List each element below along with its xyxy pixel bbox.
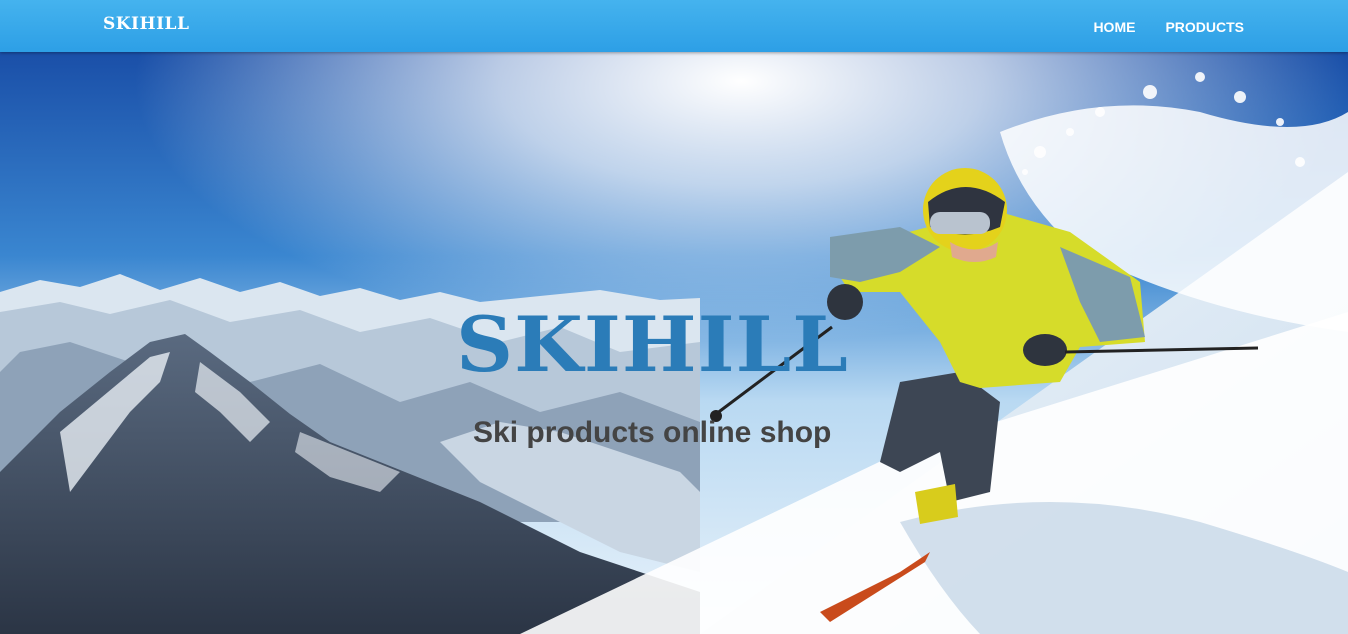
hero-banner: SKIHILL Ski products online shop <box>0 52 1348 634</box>
hero-subtitle: Ski products online shop <box>473 416 832 449</box>
brand-logo[interactable]: SKIHILL <box>103 14 189 34</box>
hero-title: SKIHILL <box>456 300 849 389</box>
top-navbar: SKIHILL HOME PRODUCTS <box>0 0 1348 52</box>
nav-home-link[interactable]: HOME <box>1093 19 1135 35</box>
nav-links: HOME PRODUCTS <box>1093 19 1244 35</box>
nav-products-link[interactable]: PRODUCTS <box>1165 19 1244 35</box>
